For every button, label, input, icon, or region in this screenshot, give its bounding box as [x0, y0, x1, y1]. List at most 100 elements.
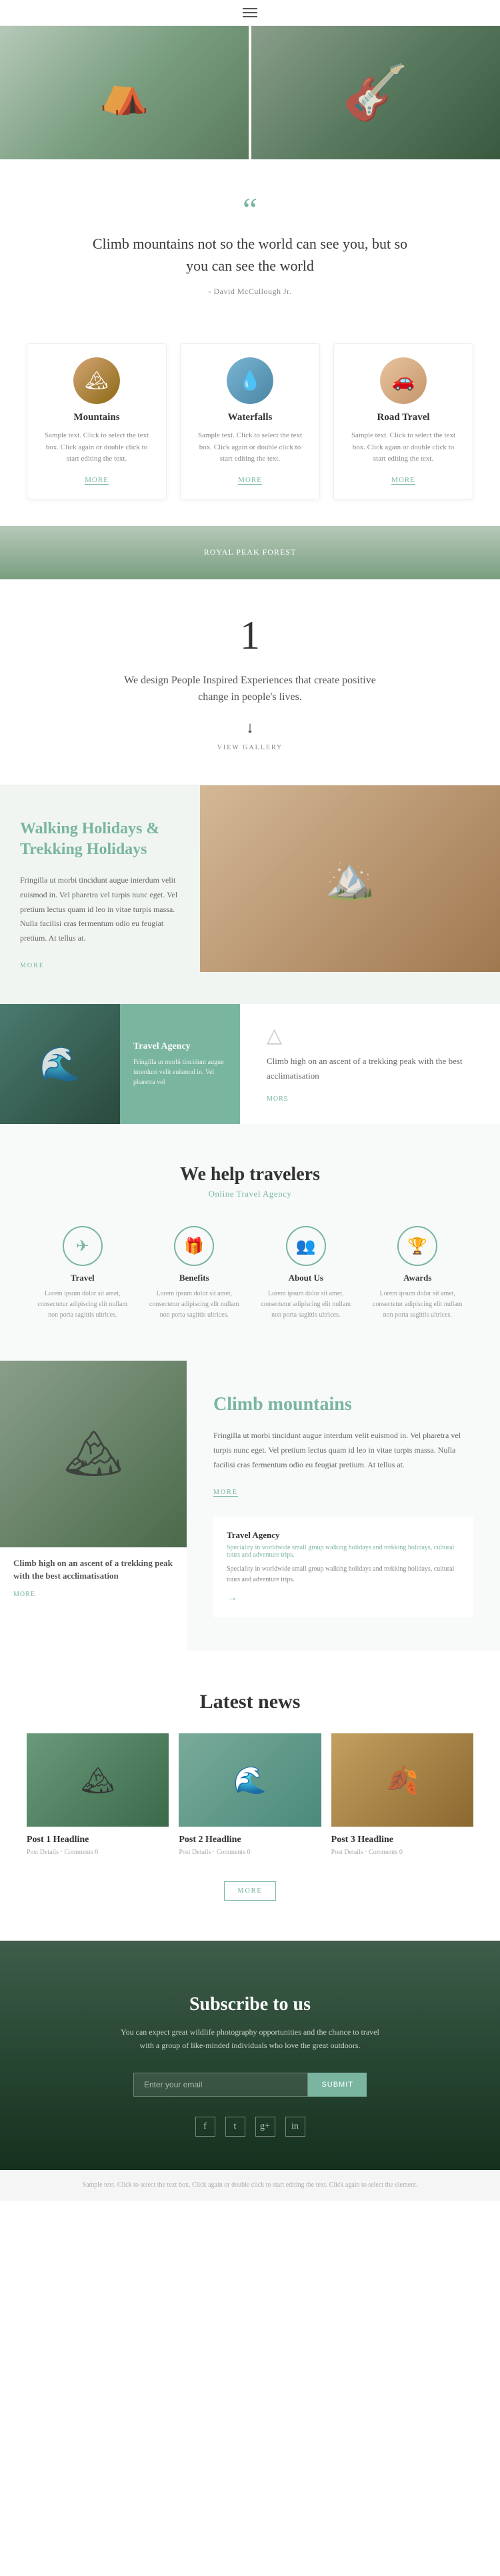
agency-box-title: Travel Agency [227, 1530, 460, 1541]
hero-section [0, 26, 500, 159]
travel-right-more-link[interactable]: MORE [267, 1095, 289, 1103]
banner-text: Royal Peak Forest [204, 547, 297, 557]
subscribe-title: Subscribe to us [53, 1994, 447, 2015]
waterfalls-avatar: 💧 [227, 357, 273, 404]
subscribe-email-input[interactable] [133, 2073, 308, 2097]
hero-image-guitar [251, 26, 500, 159]
trekking-section: Walking Holidays & Trekking Holidays Fri… [0, 785, 500, 1004]
hamburger-menu[interactable] [243, 8, 257, 17]
trekking-left: Walking Holidays & Trekking Holidays Fri… [0, 785, 200, 1004]
climb-image [0, 1361, 187, 1547]
travel-row-section: Travel Agency Fringilla ut morbi tincidu… [0, 1004, 500, 1124]
help-section-title: We help travelers [33, 1164, 467, 1185]
card-waterfalls: 💧 Waterfalls Sample text. Click to selec… [180, 343, 320, 499]
arrow-down-icon: ↓ [53, 719, 447, 737]
news-meta-2: Post Details · Comments 0 [179, 1849, 321, 1856]
facebook-icon[interactable]: f [195, 2117, 215, 2137]
awards-icon: 🏆 [397, 1226, 437, 1266]
benefits-icon: 🎁 [174, 1226, 214, 1266]
linkedin-icon[interactable]: in [285, 2117, 305, 2137]
card-road-travel-text: Sample text. Click to select the text bo… [347, 430, 459, 465]
help-icon-travel: ✈ Travel Lorem ipsum dolor sit amet, con… [33, 1226, 132, 1321]
subscribe-submit-button[interactable]: Submit [308, 2073, 367, 2097]
card-road-travel: 🚗 Road Travel Sample text. Click to sele… [333, 343, 473, 499]
subscribe-text: You can expect great wildlife photograph… [117, 2025, 383, 2053]
news-image-2: 🌊 [179, 1733, 321, 1827]
agency-arrow-icon: → [227, 1592, 460, 1604]
mountains-avatar: 🏔 [73, 357, 120, 404]
climb-right-more-link[interactable]: MORE [213, 1489, 238, 1497]
travel-icon: ✈ [63, 1226, 103, 1266]
news-section-title: Latest news [27, 1691, 473, 1713]
quote-mark-icon: “ [53, 193, 447, 226]
card-mountains: 🏔 Mountains Sample text. Click to select… [27, 343, 167, 499]
benefits-label: Benefits [145, 1273, 244, 1283]
help-icon-benefits: 🎁 Benefits Lorem ipsum dolor sit amet, c… [145, 1226, 244, 1321]
travel-agency-title: Travel Agency [133, 1041, 227, 1052]
card-road-travel-more[interactable]: MORE [391, 476, 415, 485]
cards-section: 🏔 Mountains Sample text. Click to select… [0, 323, 500, 526]
travel-agency-box: Travel Agency Fringilla ut morbi tincidu… [120, 1004, 240, 1124]
travel-text: Lorem ipsum dolor sit amet, consectetur … [33, 1289, 132, 1321]
googleplus-icon[interactable]: g+ [255, 2117, 275, 2137]
card-road-travel-title: Road Travel [347, 412, 459, 423]
help-icon-about-us: 👥 About Us Lorem ipsum dolor sit amet, c… [257, 1226, 355, 1321]
quote-author: David McCullough Jr. [53, 287, 447, 297]
road-travel-avatar: 🚗 [380, 357, 427, 404]
travel-left-image [0, 1004, 120, 1124]
footer: Sample text. Click to select the text bo… [0, 2170, 500, 2201]
news-card-2: 🌊 Post 2 Headline Post Details · Comment… [179, 1733, 321, 1861]
subscribe-section: Subscribe to us You can expect great wil… [0, 1941, 500, 2170]
news-meta-3: Post Details · Comments 0 [331, 1849, 473, 1856]
mountain-triangle-icon: △ [267, 1024, 480, 1047]
card-mountains-text: Sample text. Click to select the text bo… [41, 430, 153, 465]
news-more-button[interactable]: MORE [224, 1881, 277, 1901]
card-waterfalls-more[interactable]: MORE [238, 476, 262, 485]
help-section-subtitle: Online Travel Agency [33, 1189, 467, 1199]
climb-section: Climb high on an ascent of a trekking pe… [0, 1361, 500, 1651]
climb-caption-title: Climb high on an ascent of a trekking pe… [13, 1557, 173, 1581]
travel-label: Travel [33, 1273, 132, 1283]
agency-info-box: Travel Agency Speciality in worldwide sm… [213, 1517, 473, 1617]
news-headline-2[interactable]: Post 2 Headline [179, 1835, 321, 1845]
climb-right-text: Fringilla ut morbi tincidunt augue inter… [213, 1429, 473, 1472]
twitter-icon[interactable]: t [225, 2117, 245, 2137]
banner: Royal Peak Forest [0, 526, 500, 579]
climb-caption-more-link[interactable]: MORE [13, 1591, 35, 1598]
awards-text: Lorem ipsum dolor sit amet, consectetur … [369, 1289, 467, 1321]
news-headline-3[interactable]: Post 3 Headline [331, 1835, 473, 1845]
card-mountains-title: Mountains [41, 412, 153, 423]
news-more-button-container: MORE [27, 1881, 473, 1901]
agency-box-text: Speciality in worldwide small group walk… [227, 1564, 460, 1585]
news-image-1: 🏔 [27, 1733, 169, 1827]
travel-right: △ Climb high on an ascent of a trekking … [240, 1004, 500, 1124]
trekking-more-link[interactable]: MORE [20, 962, 45, 969]
view-gallery-link[interactable]: VIEW GALLERY [53, 744, 447, 751]
trekking-text: Fringilla ut morbi tincidunt augue inter… [20, 873, 180, 945]
help-section: We help travelers Online Travel Agency ✈… [0, 1124, 500, 1361]
card-mountains-more[interactable]: MORE [85, 476, 109, 485]
subscribe-content: Subscribe to us You can expect great wil… [53, 1994, 447, 2137]
number-section-text: We design People Inspired Experiences th… [117, 672, 383, 706]
benefits-text: Lorem ipsum dolor sit amet, consectetur … [145, 1289, 244, 1321]
news-meta-1: Post Details · Comments 0 [27, 1849, 169, 1856]
about-us-text: Lorem ipsum dolor sit amet, consectetur … [257, 1289, 355, 1321]
trekking-image [200, 785, 500, 972]
footer-text: Sample text. Click to select the text bo… [27, 2180, 473, 2191]
climb-caption: Climb high on an ascent of a trekking pe… [0, 1547, 187, 1609]
hero-image-tent [0, 26, 249, 159]
big-number: 1 [53, 613, 447, 659]
travel-agency-text: Fringilla ut morbi tincidunt augue inter… [133, 1057, 227, 1087]
subscribe-form: Submit [133, 2073, 367, 2097]
help-icon-awards: 🏆 Awards Lorem ipsum dolor sit amet, con… [369, 1226, 467, 1321]
news-grid: 🏔 Post 1 Headline Post Details · Comment… [27, 1733, 473, 1861]
news-card-3: 🍂 Post 3 Headline Post Details · Comment… [331, 1733, 473, 1861]
travel-right-text: Climb high on an ascent of a trekking pe… [267, 1054, 480, 1083]
news-headline-1[interactable]: Post 1 Headline [27, 1835, 169, 1845]
quote-section: “ Climb mountains not so the world can s… [0, 159, 500, 323]
trekking-title: Walking Holidays & Trekking Holidays [20, 819, 180, 860]
social-icons-row: f t g+ in [53, 2117, 447, 2137]
news-card-1: 🏔 Post 1 Headline Post Details · Comment… [27, 1733, 169, 1861]
navbar [0, 0, 500, 26]
about-us-icon: 👥 [286, 1226, 326, 1266]
